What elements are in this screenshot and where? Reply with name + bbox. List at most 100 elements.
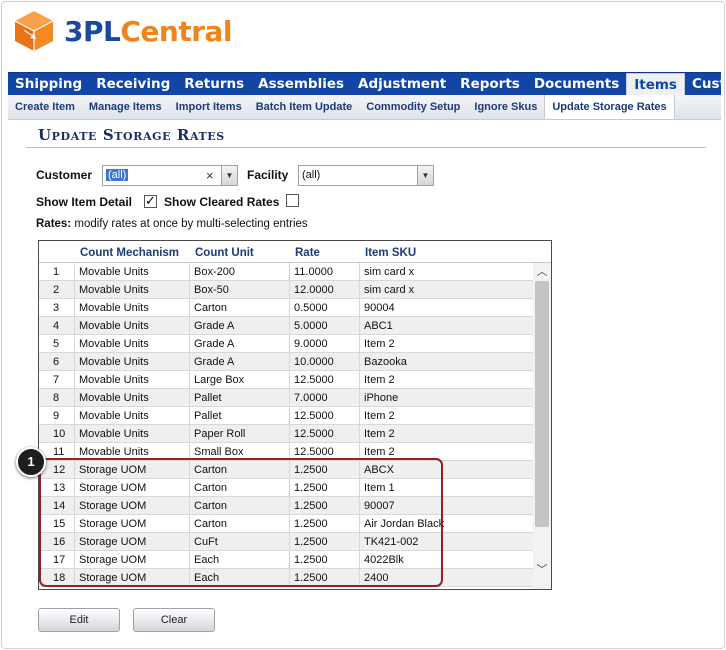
table-cell: Movable Units <box>75 335 190 352</box>
page-title: Update Storage Rates <box>38 126 225 144</box>
subnav-item-commodity-setup[interactable]: Commodity Setup <box>359 95 467 119</box>
table-cell: 1 <box>39 263 75 280</box>
nav-item-items[interactable]: Items <box>626 73 685 95</box>
table-cell: 12.5000 <box>290 371 360 388</box>
table-row[interactable]: 1 Movable Units Box-200 11.0000 sim card x <box>39 263 533 281</box>
table-row[interactable]: 4 Movable Units Grade A 5.0000 ABC1 <box>39 317 533 335</box>
table-row[interactable]: 9 Movable Units Pallet 12.5000 Item 2 <box>39 407 533 425</box>
table-cell: Movable Units <box>75 317 190 334</box>
nav-item-customer[interactable]: Customer <box>685 73 724 95</box>
table-cell: 7 <box>39 371 75 388</box>
title-divider <box>26 147 706 148</box>
table-cell: Grade A <box>190 335 290 352</box>
clear-button[interactable]: Clear <box>133 608 215 632</box>
table-row[interactable]: 7 Movable Units Large Box 12.5000 Item 2 <box>39 371 533 389</box>
table-cell: 90004 <box>364 302 395 314</box>
main-nav: Shipping Receiving Returns Assemblies Adjust… <box>8 72 724 95</box>
table-cell: Bazooka <box>364 356 407 368</box>
table-cell: Movable Units <box>75 389 190 406</box>
table-row[interactable]: 3 Movable Units Carton 0.5000 90004 <box>39 299 533 317</box>
show-cleared-rates-checkbox[interactable] <box>286 194 299 207</box>
table-cell: Carton <box>190 299 290 316</box>
table-cell: 8 <box>39 389 75 406</box>
sub-nav: Create Item Manage Items Import Items Batch… <box>8 95 721 120</box>
chevron-down-icon[interactable]: ▼ <box>417 166 433 185</box>
rates-note-label: Rates: <box>36 218 72 230</box>
table-cell: Item 2 <box>364 338 395 350</box>
nav-item-receiving[interactable]: Receiving <box>89 73 177 95</box>
table-cell: 9 <box>39 407 75 424</box>
table-cell: Box-50 <box>190 281 290 298</box>
subnav-item-manage-items[interactable]: Manage Items <box>82 95 169 119</box>
app-frame: 3PLCentral Shipping Receiving Returns Assem… <box>1 1 725 649</box>
table-cell: Pallet <box>190 389 290 406</box>
nav-item-assemblies[interactable]: Assemblies <box>251 73 351 95</box>
table-cell: 2 <box>39 281 75 298</box>
table-row[interactable]: 2 Movable Units Box-50 12.0000 sim card x <box>39 281 533 299</box>
scroll-up-icon[interactable]: ︿ <box>533 263 551 281</box>
show-item-detail-checkbox[interactable]: ✓ <box>144 193 157 208</box>
table-cell: Pallet <box>190 407 290 424</box>
nav-item-adjustment[interactable]: Adjustment <box>351 73 453 95</box>
table-cell: 4 <box>39 317 75 334</box>
rates-note: Rates: modify rates at once by multi-sel… <box>36 218 308 230</box>
table-cell: Movable Units <box>75 281 190 298</box>
table-row[interactable]: 8 Movable Units Pallet 7.0000 iPhone <box>39 389 533 407</box>
facility-select-value: (all) <box>302 169 321 181</box>
grid-scrollbar[interactable]: ︿ ﹀ <box>533 263 551 589</box>
checkmark-icon: ✓ <box>145 193 156 208</box>
subnav-item-ignore-skus[interactable]: Ignore Skus <box>467 95 544 119</box>
table-cell: Movable Units <box>75 407 190 424</box>
table-cell: 11.0000 <box>290 263 360 280</box>
subnav-item-update-storage-rates[interactable]: Update Storage Rates <box>544 95 675 119</box>
show-cleared-rates-label: Show Cleared Rates <box>164 195 280 209</box>
table-cell: sim card x <box>364 266 415 278</box>
facility-select[interactable]: (all) ▼ <box>298 165 434 186</box>
column-header[interactable]: Count Mechanism <box>75 241 190 262</box>
customer-select-value: (all) <box>106 169 129 181</box>
table-cell: Item 2 <box>364 410 395 422</box>
table-cell: Item 2 <box>364 428 395 440</box>
subnav-item-batch-item-update[interactable]: Batch Item Update <box>249 95 360 119</box>
table-cell: iPhone <box>364 392 399 404</box>
column-header[interactable]: Count Unit <box>190 241 290 262</box>
table-cell: ABC1 <box>364 320 393 332</box>
grid-header: Count Mechanism Count Unit Rate Item SKU <box>39 241 551 263</box>
clear-x-icon[interactable]: × <box>206 168 214 183</box>
rates-note-text: modify rates at once by multi-selecting … <box>74 218 308 230</box>
table-cell: 12.5000 <box>290 407 360 424</box>
column-header[interactable]: Rate <box>290 241 360 262</box>
nav-item-documents[interactable]: Documents <box>527 73 626 95</box>
table-cell: Item 2 <box>364 374 395 386</box>
table-cell: Movable Units <box>75 353 190 370</box>
facility-label: Facility <box>247 168 289 182</box>
nav-item-reports[interactable]: Reports <box>453 73 527 95</box>
chevron-down-icon[interactable]: ▼ <box>221 166 237 185</box>
table-row[interactable]: 5 Movable Units Grade A 9.0000 Item 2 <box>39 335 533 353</box>
table-cell: Box-200 <box>190 263 290 280</box>
table-cell: 0.5000 <box>290 299 360 316</box>
scroll-down-icon[interactable]: ﹀ <box>533 561 551 579</box>
callout-badge: 1 <box>16 447 46 477</box>
table-cell: 3 <box>39 299 75 316</box>
callout-highlight-box <box>39 458 443 587</box>
column-header[interactable] <box>39 241 75 262</box>
table-row[interactable]: 6 Movable Units Grade A 10.0000 Bazooka <box>39 353 533 371</box>
logo-text: 3PLCentral <box>64 15 233 48</box>
subnav-item-import-items[interactable]: Import Items <box>169 95 249 119</box>
table-cell: 9.0000 <box>290 335 360 352</box>
table-row[interactable]: 10 Movable Units Paper Roll 12.5000 Item 2 <box>39 425 533 443</box>
cube-logo-icon <box>14 11 54 51</box>
table-cell: 12.0000 <box>290 281 360 298</box>
subnav-item-create-item[interactable]: Create Item <box>8 95 82 119</box>
column-header[interactable]: Item SKU <box>360 241 533 262</box>
scrollbar-thumb[interactable] <box>535 281 549 527</box>
table-cell: 10 <box>39 425 75 442</box>
nav-item-returns[interactable]: Returns <box>177 73 251 95</box>
customer-select[interactable]: (all) × ▼ <box>102 165 238 186</box>
table-cell: 10.0000 <box>290 353 360 370</box>
table-cell: 12.5000 <box>290 425 360 442</box>
nav-item-shipping[interactable]: Shipping <box>8 73 89 95</box>
table-cell: 7.0000 <box>290 389 360 406</box>
edit-button[interactable]: Edit <box>38 608 120 632</box>
